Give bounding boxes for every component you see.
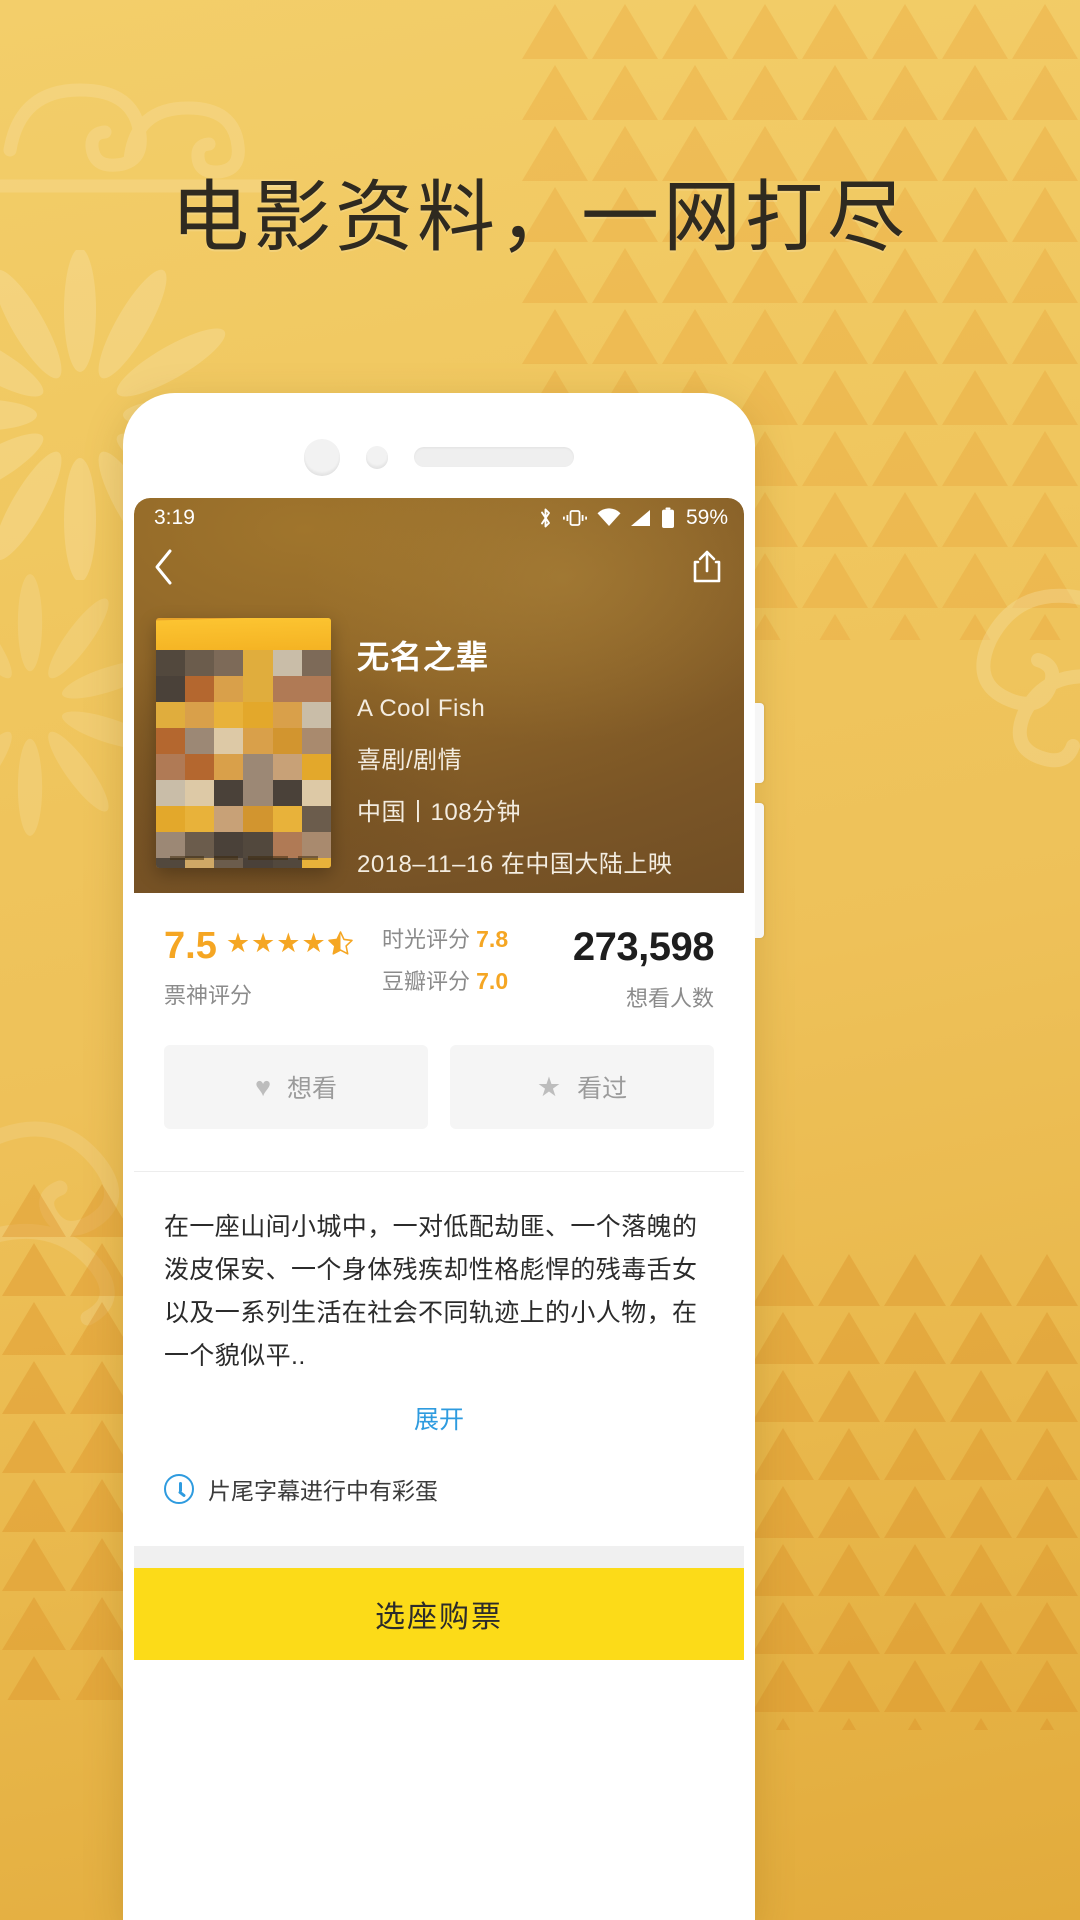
- movie-release-date: 2018–11–16 在中国大陆上映: [357, 851, 673, 878]
- triangle-pattern-right-lower: [750, 1250, 1080, 1730]
- clock-icon: [164, 1474, 194, 1504]
- cloud-swirl-right: [976, 588, 1080, 768]
- secondary-rating-1-value: 7.8: [476, 926, 509, 952]
- star-icon: ★: [301, 928, 326, 958]
- expand-link[interactable]: 展开: [134, 1400, 744, 1436]
- star-icon: ★: [276, 928, 301, 958]
- star-icon: ★: [225, 928, 251, 958]
- watched-button[interactable]: ★ 看过: [450, 1045, 714, 1129]
- back-chevron-icon[interactable]: [152, 547, 175, 592]
- share-icon[interactable]: [688, 548, 726, 591]
- want-to-watch-label: 想看: [287, 1075, 338, 1103]
- movie-meta: 无名之辈 A Cool Fish 喜剧/剧情 中国丨108分钟 2018–11–…: [357, 618, 672, 893]
- want-to-watch-block: 273,598 想看人数: [564, 925, 715, 1013]
- secondary-rating-1: 时光评分 7.8: [382, 927, 564, 951]
- promo-headline: 电影资料，一网打尽: [170, 173, 909, 261]
- want-to-watch-button[interactable]: ♥ 想看: [164, 1045, 428, 1129]
- main-score: 7.5: [164, 925, 217, 967]
- volume-up-button[interactable]: [755, 703, 764, 783]
- poster-credits-strip: [156, 856, 331, 860]
- want-count: 273,598: [572, 925, 715, 969]
- phone-screen: 3:19 59% 无名之辈 A Cool Fish 喜剧/剧情 中国丨108分钟…: [134, 498, 744, 1920]
- signal-icon: [630, 508, 652, 528]
- phone-top-bezel: [123, 435, 755, 479]
- bluetooth-icon: [538, 507, 553, 529]
- post-credits-note: 片尾字幕进行中有彩蛋: [134, 1436, 744, 1506]
- front-camera-icon: [304, 439, 340, 475]
- movie-region-duration: 中国丨108分钟: [357, 799, 522, 826]
- movie-info-block: 无名之辈 A Cool Fish 喜剧/剧情 中国丨108分钟 2018–11–…: [134, 600, 744, 893]
- volume-down-button[interactable]: [755, 803, 764, 938]
- sensor-icon: [366, 446, 388, 468]
- battery-percent: 59%: [685, 506, 728, 529]
- wifi-icon: [597, 508, 621, 528]
- want-count-label: 想看人数: [625, 986, 714, 1011]
- post-credits-label: 片尾字幕进行中有彩蛋: [208, 1478, 438, 1504]
- movie-hero: 3:19 59% 无名之辈 A Cool Fish 喜剧/剧情 中国丨108分钟…: [134, 498, 744, 893]
- synopsis-text: 在一座山间小城中，一对低配劫匪、一个落魄的泼皮保安、一个身体残疾却性格彪悍的残毒…: [164, 1213, 698, 1370]
- section-gap: [134, 1546, 744, 1568]
- poster-mosaic: [156, 650, 331, 868]
- movie-original-title: A Cool Fish: [357, 695, 486, 722]
- star-rating: ★ ★ ★ ★: [226, 930, 354, 962]
- action-buttons: ♥ 想看 ★ 看过: [134, 1039, 744, 1129]
- status-time: 3:19: [154, 506, 195, 529]
- half-star-icon: [327, 930, 354, 962]
- secondary-rating-2: 豆瓣评分 7.0: [382, 969, 564, 993]
- phone-mockup: 3:19 59% 无名之辈 A Cool Fish 喜剧/剧情 中国丨108分钟…: [123, 393, 764, 1920]
- movie-title: 无名之辈: [357, 639, 490, 675]
- battery-icon: [661, 507, 675, 529]
- hero-nav-bar: [134, 538, 744, 600]
- star-icon: ★: [536, 1071, 562, 1102]
- status-bar: 3:19 59%: [134, 498, 744, 538]
- buy-ticket-button[interactable]: 选座购票: [134, 1568, 744, 1660]
- secondary-rating-2-value: 7.0: [476, 968, 509, 995]
- secondary-rating-2-label: 豆瓣评分: [382, 969, 471, 995]
- secondary-rating-1-label: 时光评分: [382, 927, 471, 952]
- secondary-ratings-block: 时光评分 7.8 豆瓣评分 7.0: [382, 927, 564, 993]
- ratings-row: 7.5 ★ ★ ★ ★ 票神评分 时光评分 7.8 豆瓣评分 7.0 273,5…: [134, 893, 744, 1039]
- earpiece-speaker: [414, 447, 574, 467]
- heart-icon: ♥: [254, 1071, 271, 1102]
- star-icon: ★: [251, 928, 276, 958]
- movie-poster[interactable]: [156, 618, 331, 868]
- watched-label: 看过: [577, 1075, 628, 1103]
- main-rating-block[interactable]: 7.5 ★ ★ ★ ★ 票神评分: [164, 927, 382, 1010]
- vibrate-icon: [562, 508, 588, 528]
- movie-genre: 喜剧/剧情: [357, 747, 463, 774]
- main-rating-label: 票神评分: [164, 983, 253, 1008]
